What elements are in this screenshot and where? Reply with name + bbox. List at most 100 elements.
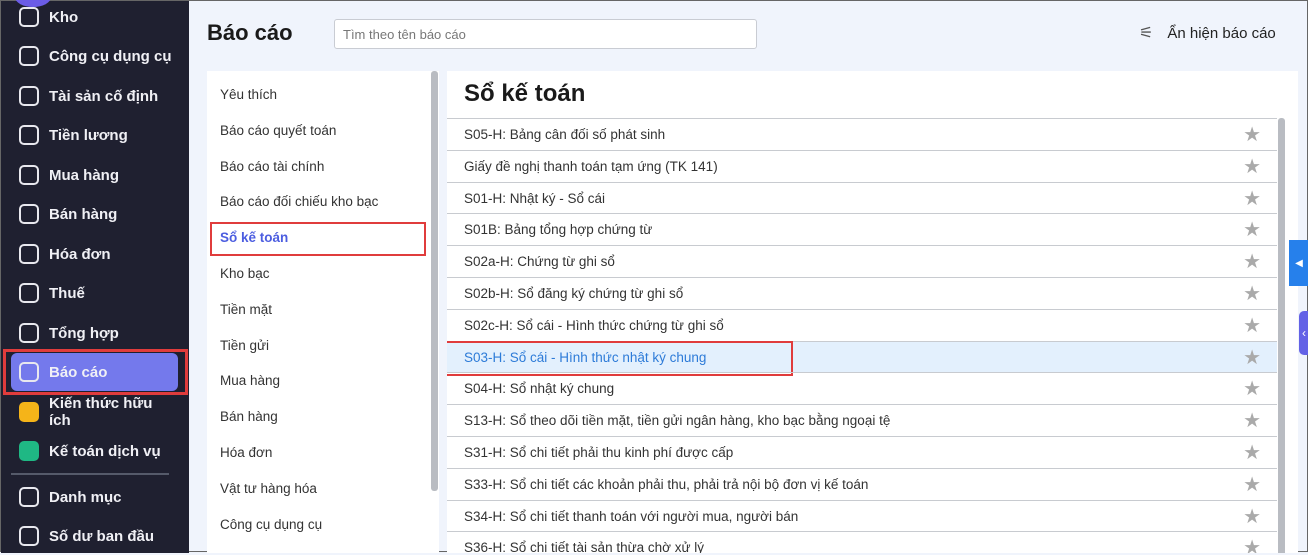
warehouse-icon [19, 7, 39, 27]
report-name: S13-H: Sổ theo dõi tiền mặt, tiền gửi ng… [464, 413, 891, 429]
category-item[interactable]: Hóa đơn [220, 445, 272, 460]
report-panel: Sổ kế toán S05-H: Bảng cân đối số phát s… [447, 71, 1298, 553]
invoice-icon [19, 244, 39, 264]
category-scrollbar[interactable] [431, 71, 438, 491]
category-item[interactable]: Mua hàng [220, 373, 280, 388]
star-icon[interactable]: ★ [1243, 281, 1261, 306]
star-icon[interactable]: ★ [1243, 504, 1261, 529]
star-icon[interactable]: ★ [1243, 376, 1261, 401]
report-row[interactable]: S01B: Bảng tổng hợp chứng từ ★ [447, 213, 1277, 245]
report-name: S01B: Bảng tổng hợp chứng từ [464, 222, 653, 238]
sidebar-item-label: Mua hàng [49, 166, 119, 184]
category-item[interactable]: Báo cáo quyết toán [220, 123, 336, 138]
toggle-reports-label: Ẩn hiện báo cáo [1167, 24, 1276, 42]
service-icon [19, 441, 39, 461]
sidebar-item-2[interactable]: Tài sản cố định [11, 77, 178, 115]
cart-icon [19, 165, 39, 185]
expand-side-button[interactable]: ‹ [1299, 311, 1308, 355]
report-name: S02b-H: Sổ đăng ký chứng từ ghi sổ [464, 286, 684, 301]
star-icon[interactable]: ★ [1243, 154, 1261, 179]
section-title: Sổ kế toán [464, 80, 586, 107]
category-item[interactable]: Công cụ dụng cụ [220, 517, 322, 532]
star-icon[interactable]: ★ [1243, 217, 1261, 242]
star-icon[interactable]: ★ [1243, 345, 1261, 370]
category-list: Yêu thích Báo cáo quyết toán Báo cáo tài c… [207, 71, 439, 553]
store-icon [19, 204, 39, 224]
report-name: Giấy đề nghị thanh toán tạm ứng (TK 141) [464, 158, 718, 174]
star-icon[interactable]: ★ [1243, 440, 1261, 465]
sidebar-item-label: Bán hàng [49, 205, 118, 223]
report-row[interactable]: S02c-H: Sổ cái - Hình thức chứng từ ghi … [447, 308, 1277, 341]
collapse-panel-button[interactable]: ◀ [1289, 240, 1308, 286]
report-row[interactable]: S33-H: Sổ chi tiết các khoản phải thu, p… [447, 467, 1277, 500]
sidebar: Kho Công cụ dụng cụ Tài sản cố định Tiền lư… [1, 0, 189, 555]
report-row[interactable]: S02a-H: Chứng từ ghi sổ ★ [447, 245, 1277, 277]
report-name: S02a-H: Chứng từ ghi sổ [464, 254, 615, 270]
star-icon[interactable]: ★ [1243, 408, 1261, 433]
sidebar-item-label: Công cụ dụng cụ [49, 47, 172, 65]
search-input[interactable] [334, 19, 757, 49]
report-name: S02c-H: Sổ cái - Hình thức chứng từ ghi … [464, 317, 724, 333]
star-icon[interactable]: ★ [1243, 186, 1261, 211]
sidebar-item-label: Tổng hợp [49, 324, 119, 342]
sidebar-item-10[interactable]: Kiến thức hữu ích [11, 393, 178, 431]
report-row[interactable]: S36-H: Sổ chi tiết tài sản thừa chờ xử l… [447, 531, 1277, 553]
report-row[interactable]: S02b-H: Sổ đăng ký chứng từ ghi sổ ★ [447, 277, 1277, 309]
sidebar-item-7[interactable]: Thuế [11, 274, 178, 312]
list-icon [19, 487, 39, 507]
sidebar-item-label: Hóa đơn [49, 245, 111, 263]
category-item[interactable]: Tiền mặt [220, 302, 272, 317]
sidebar-item-4[interactable]: Mua hàng [11, 156, 178, 194]
star-icon[interactable]: ★ [1243, 313, 1261, 338]
sidebar-item-8[interactable]: Tổng hợp [11, 314, 178, 352]
star-icon[interactable]: ★ [1243, 535, 1261, 553]
category-item[interactable]: Báo cáo đối chiếu kho bạc [220, 194, 378, 209]
report-row[interactable]: Giấy đề nghị thanh toán tạm ứng (TK 141)… [447, 149, 1277, 182]
sidebar-item-11[interactable]: Kế toán dịch vụ [11, 432, 178, 470]
report-row[interactable]: S03-H: Sổ cái - Hình thức nhật ký chung ★ [447, 340, 1277, 376]
report-row[interactable]: S01-H: Nhật ký - Sổ cái ★ [447, 181, 1277, 214]
star-icon[interactable]: ★ [1243, 472, 1261, 497]
sidebar-item-3[interactable]: Tiền lương [11, 116, 178, 154]
report-scrollbar[interactable] [1278, 118, 1285, 553]
sidebar-item-9[interactable]: Báo cáo [3, 349, 188, 395]
star-icon[interactable]: ★ [1243, 249, 1261, 274]
sidebar-item-label: Kho [49, 8, 79, 26]
category-item[interactable]: Sổ kế toán [209, 222, 427, 257]
sidebar-item-label: Tài sản cố định [49, 87, 159, 105]
chart-icon [19, 362, 39, 382]
report-row[interactable]: S04-H: Sổ nhật ký chung ★ [447, 372, 1277, 404]
report-name: S04-H: Sổ nhật ký chung [464, 381, 615, 397]
sidebar-item-5[interactable]: Bán hàng [11, 195, 178, 233]
book-icon [19, 323, 39, 343]
report-name: S31-H: Sổ chi tiết phải thu kinh phí đượ… [464, 445, 734, 460]
category-item[interactable]: Kho bạc [220, 266, 270, 281]
category-item[interactable]: Vật tư hàng hóa [220, 481, 317, 496]
sidebar-divider [11, 473, 169, 475]
report-row[interactable]: S05-H: Bảng cân đối số phát sinh ★ [447, 118, 1277, 150]
sidebar-item-12[interactable]: Danh mục [11, 478, 178, 516]
report-name: S33-H: Sổ chi tiết các khoản phải thu, p… [464, 476, 869, 492]
page-title: Báo cáo [207, 20, 293, 45]
report-name: S05-H: Bảng cân đối số phát sinh [464, 127, 666, 142]
category-item[interactable]: Bán hàng [220, 409, 278, 424]
sidebar-item-0[interactable]: Kho [11, 0, 178, 36]
category-item[interactable]: Yêu thích [220, 87, 277, 102]
toggle-reports-button[interactable]: ⚟ Ẩn hiện báo cáo [1139, 23, 1276, 43]
sidebar-item-label: Kế toán dịch vụ [49, 442, 161, 460]
truck-icon [19, 86, 39, 106]
sidebar-item-13[interactable]: Số dư ban đầu [11, 517, 178, 555]
sidebar-item-label: Kiến thức hữu ích [49, 395, 153, 429]
sliders-icon: ⚟ [1139, 25, 1154, 42]
sidebar-item-label: Thuế [49, 284, 85, 302]
sidebar-item-6[interactable]: Hóa đơn [11, 235, 178, 273]
report-row[interactable]: S31-H: Sổ chi tiết phải thu kinh phí đượ… [447, 436, 1277, 468]
knowledge-icon [19, 402, 39, 422]
star-icon[interactable]: ★ [1243, 122, 1261, 147]
sidebar-item-1[interactable]: Công cụ dụng cụ [11, 37, 178, 75]
bank-icon [19, 283, 39, 303]
category-item[interactable]: Tiền gửi [220, 338, 269, 353]
report-row[interactable]: S13-H: Sổ theo dõi tiền mặt, tiền gửi ng… [447, 404, 1277, 436]
report-row[interactable]: S34-H: Sổ chi tiết thanh toán với người … [447, 499, 1277, 532]
category-item[interactable]: Báo cáo tài chính [220, 159, 324, 174]
